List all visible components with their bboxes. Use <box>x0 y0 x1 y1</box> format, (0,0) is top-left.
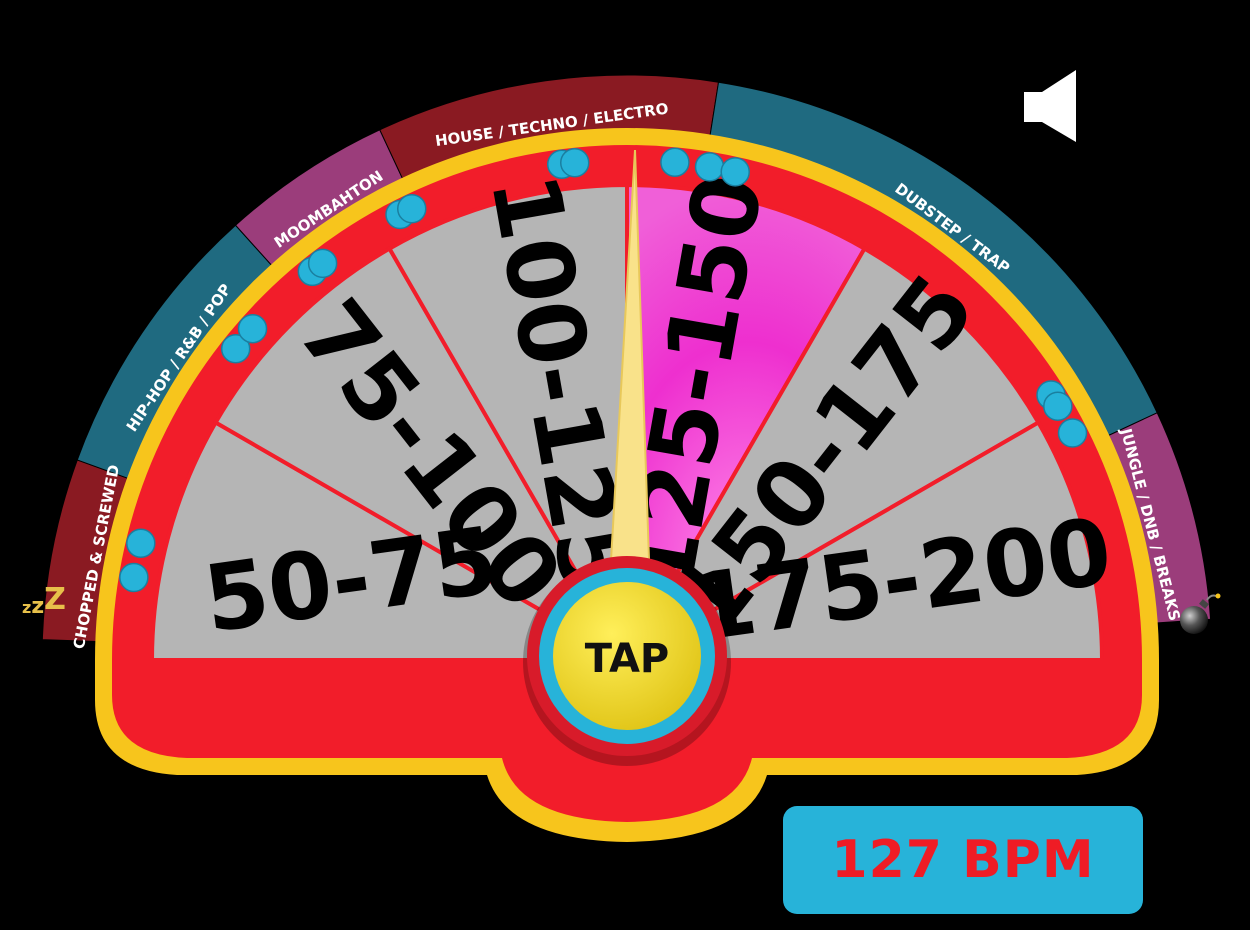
indicator-dot <box>237 313 268 344</box>
indicator-dot <box>720 157 750 187</box>
tap-button[interactable]: TAP <box>523 556 731 766</box>
indicator-dot <box>660 147 690 178</box>
speaker-icon[interactable] <box>1020 66 1082 146</box>
indicator-dot <box>119 562 149 593</box>
indicator-dot <box>396 193 427 224</box>
tap-button-label: TAP <box>585 636 669 682</box>
indicator-dot <box>1043 391 1073 421</box>
indicator-dot <box>694 152 725 182</box>
bpm-display: 127 BPM <box>783 806 1143 914</box>
indicator-dot <box>307 248 338 279</box>
indicator-dot <box>1057 418 1088 448</box>
sleep-zzz-icon: zzZ <box>22 582 66 619</box>
indicator-dot <box>559 147 590 178</box>
bpm-readout: 127 BPM <box>831 830 1095 890</box>
indicator-dot <box>126 528 156 559</box>
